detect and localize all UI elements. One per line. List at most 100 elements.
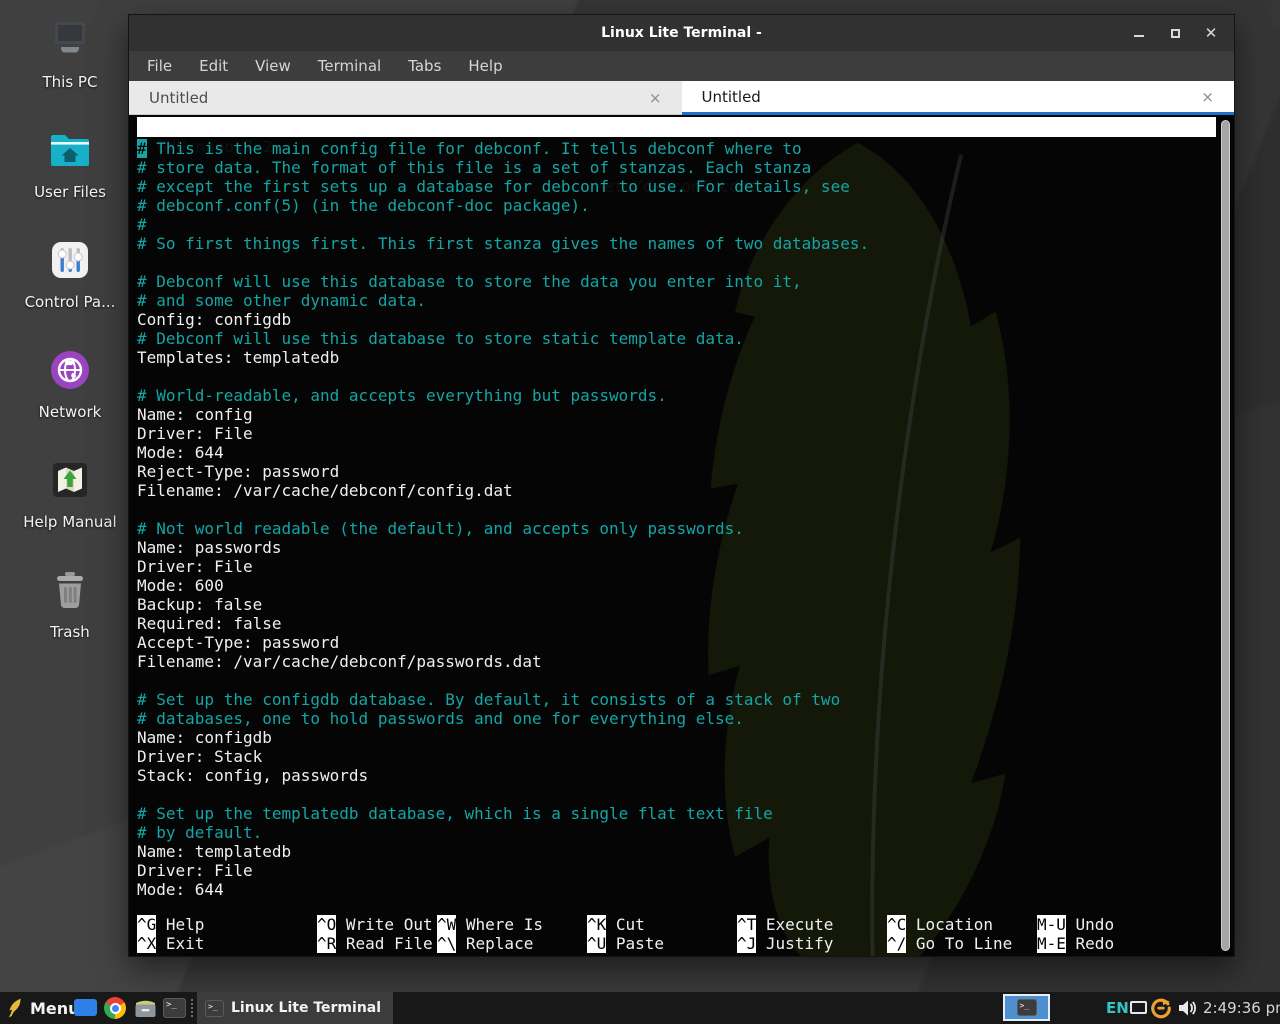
clock[interactable]: 2:49:36 pm (1203, 999, 1280, 1017)
terminal-content[interactable]: GNU nano 7.2 /etc/debconf.conf # This is… (129, 115, 1234, 956)
nano-line: Reject-Type: password (137, 462, 1204, 481)
tab-untitled-2[interactable]: Untitled × (682, 81, 1235, 115)
nano-shortcut: ^J Justify (737, 934, 833, 953)
start-menu-button[interactable]: Menu (0, 992, 80, 1024)
trash-icon (46, 566, 94, 614)
taskbar-window-button[interactable]: >_ Linux Lite Terminal - (197, 992, 393, 1024)
terminal-window: Linux Lite Terminal - ✕ File Edit View T… (128, 14, 1235, 957)
tab-close-icon[interactable]: × (649, 89, 662, 107)
user-files-folder-icon (46, 126, 94, 174)
nano-line: Stack: config, passwords (137, 766, 1204, 785)
shortcut-column: ^O Write Out^R Read File (317, 915, 433, 953)
nano-shortcut-bar: ^G Help^X Exit^O Write Out^R Read File^W… (137, 915, 1200, 953)
tray-terminal-button[interactable]: >_ (1003, 994, 1050, 1021)
keyboard-language-indicator[interactable]: EN (1106, 999, 1129, 1017)
tab-bar: Untitled × Untitled × (129, 81, 1234, 115)
desktop-icon-label: This PC (43, 73, 98, 91)
chrome-icon-core (112, 1005, 119, 1012)
updates-icon[interactable] (1150, 997, 1172, 1023)
nano-line: # except the first sets up a database fo… (137, 177, 1204, 196)
nano-shortcut: ^\ Replace (437, 934, 543, 953)
nano-line: # and some other dynamic data. (137, 291, 1204, 310)
nano-line (137, 500, 1204, 519)
desktop-icon-help-manual[interactable]: Help Manual (6, 456, 134, 566)
menu-view[interactable]: View (255, 57, 291, 75)
close-button[interactable]: ✕ (1204, 26, 1218, 40)
nano-line: # Debconf will use this database to stor… (137, 272, 1204, 291)
nano-line: Templates: templatedb (137, 348, 1204, 367)
nano-shortcut: ^C Location (887, 915, 1012, 934)
shortcut-key: ^\ (437, 934, 456, 953)
shortcut-key: ^W (437, 915, 456, 934)
nano-shortcut: ^W Where Is (437, 915, 543, 934)
nano-line: Filename: /var/cache/debconf/passwords.d… (137, 652, 1204, 671)
nano-line: # So first things first. This first stan… (137, 234, 1204, 253)
nano-shortcut: ^T Execute (737, 915, 833, 934)
desktop-icon-label: Control Pa... (25, 293, 116, 311)
minimize-button[interactable] (1132, 26, 1146, 40)
desktop: This PC User Files Cont (0, 0, 1280, 1024)
shortcut-key: ^T (737, 915, 756, 934)
nano-line: Required: false (137, 614, 1204, 633)
desktop-icon-trash[interactable]: Trash (6, 566, 134, 676)
nano-shortcut: M-E Redo (1037, 934, 1114, 953)
tab-untitled-1[interactable]: Untitled × (129, 81, 682, 115)
terminal-icon: >_ (1017, 999, 1037, 1016)
nano-line (137, 785, 1204, 804)
file-manager-icon[interactable] (134, 998, 157, 1022)
linux-lite-feather-icon (7, 997, 24, 1019)
maximize-button[interactable] (1168, 26, 1182, 40)
desktop-icon-label: User Files (34, 183, 106, 201)
shortcut-key: ^G (137, 915, 156, 934)
nano-line: Filename: /var/cache/debconf/config.dat (137, 481, 1204, 500)
nano-shortcut: ^U Paste (587, 934, 664, 953)
shortcut-key: ^K (587, 915, 606, 934)
nano-shortcut: ^K Cut (587, 915, 664, 934)
nano-buffer: # This is the main config file for debco… (137, 139, 1204, 899)
nano-line: Backup: false (137, 595, 1204, 614)
nano-line: Name: configdb (137, 728, 1204, 747)
nano-line: Driver: File (137, 861, 1204, 880)
desktop-icon-user-files[interactable]: User Files (6, 126, 134, 236)
nano-line: Name: config (137, 405, 1204, 424)
scrollbar-thumb[interactable] (1221, 120, 1230, 951)
nano-line: # World-readable, and accepts everything… (137, 386, 1204, 405)
control-panel-icon (46, 236, 94, 284)
menu-tabs[interactable]: Tabs (408, 57, 441, 75)
desktop-icon-this-pc[interactable]: This PC (6, 16, 134, 126)
nano-line (137, 367, 1204, 386)
volume-icon[interactable] (1177, 999, 1197, 1021)
shortcut-column: M-U UndoM-E Redo (1037, 915, 1114, 953)
this-pc-icon (46, 16, 94, 64)
window-titlebar[interactable]: Linux Lite Terminal - ✕ (129, 15, 1234, 51)
shortcut-key: ^X (137, 934, 156, 953)
desktop-icon-label: Trash (50, 623, 90, 641)
desktop-icon-network[interactable]: Network (6, 346, 134, 456)
nano-line: # by default. (137, 823, 1204, 842)
workspace-pager[interactable] (74, 999, 97, 1016)
menu-terminal[interactable]: Terminal (318, 57, 381, 75)
terminal-icon: >_ (205, 1000, 224, 1017)
nano-line: Driver: Stack (137, 747, 1204, 766)
menu-edit[interactable]: Edit (199, 57, 228, 75)
menu-file[interactable]: File (147, 57, 172, 75)
terminal-scrollbar[interactable] (1221, 120, 1230, 951)
desktop-icon-label: Network (39, 403, 102, 421)
chrome-icon[interactable] (104, 997, 126, 1019)
nano-line: # Set up the templatedb database, which … (137, 804, 1204, 823)
shortcut-key: ^U (587, 934, 606, 953)
shortcut-key: ^R (317, 934, 336, 953)
network-globe-icon (46, 346, 94, 394)
nano-shortcut: ^/ Go To Line (887, 934, 1012, 953)
desktop-icon-control-panel[interactable]: Control Pa... (6, 236, 134, 346)
nano-line: # debconf.conf(5) (in the debconf-doc pa… (137, 196, 1204, 215)
shortcut-key: ^C (887, 915, 906, 934)
menu-help[interactable]: Help (468, 57, 502, 75)
nano-line: # Debconf will use this database to stor… (137, 329, 1204, 348)
nano-shortcut: ^O Write Out (317, 915, 433, 934)
terminal-launcher-icon[interactable]: >_ (163, 998, 186, 1018)
keyboard-layout-icon[interactable] (1130, 1001, 1147, 1014)
nano-line: Name: passwords (137, 538, 1204, 557)
tab-close-icon[interactable]: × (1201, 88, 1214, 106)
desktop-icon-column: This PC User Files Cont (6, 16, 134, 676)
